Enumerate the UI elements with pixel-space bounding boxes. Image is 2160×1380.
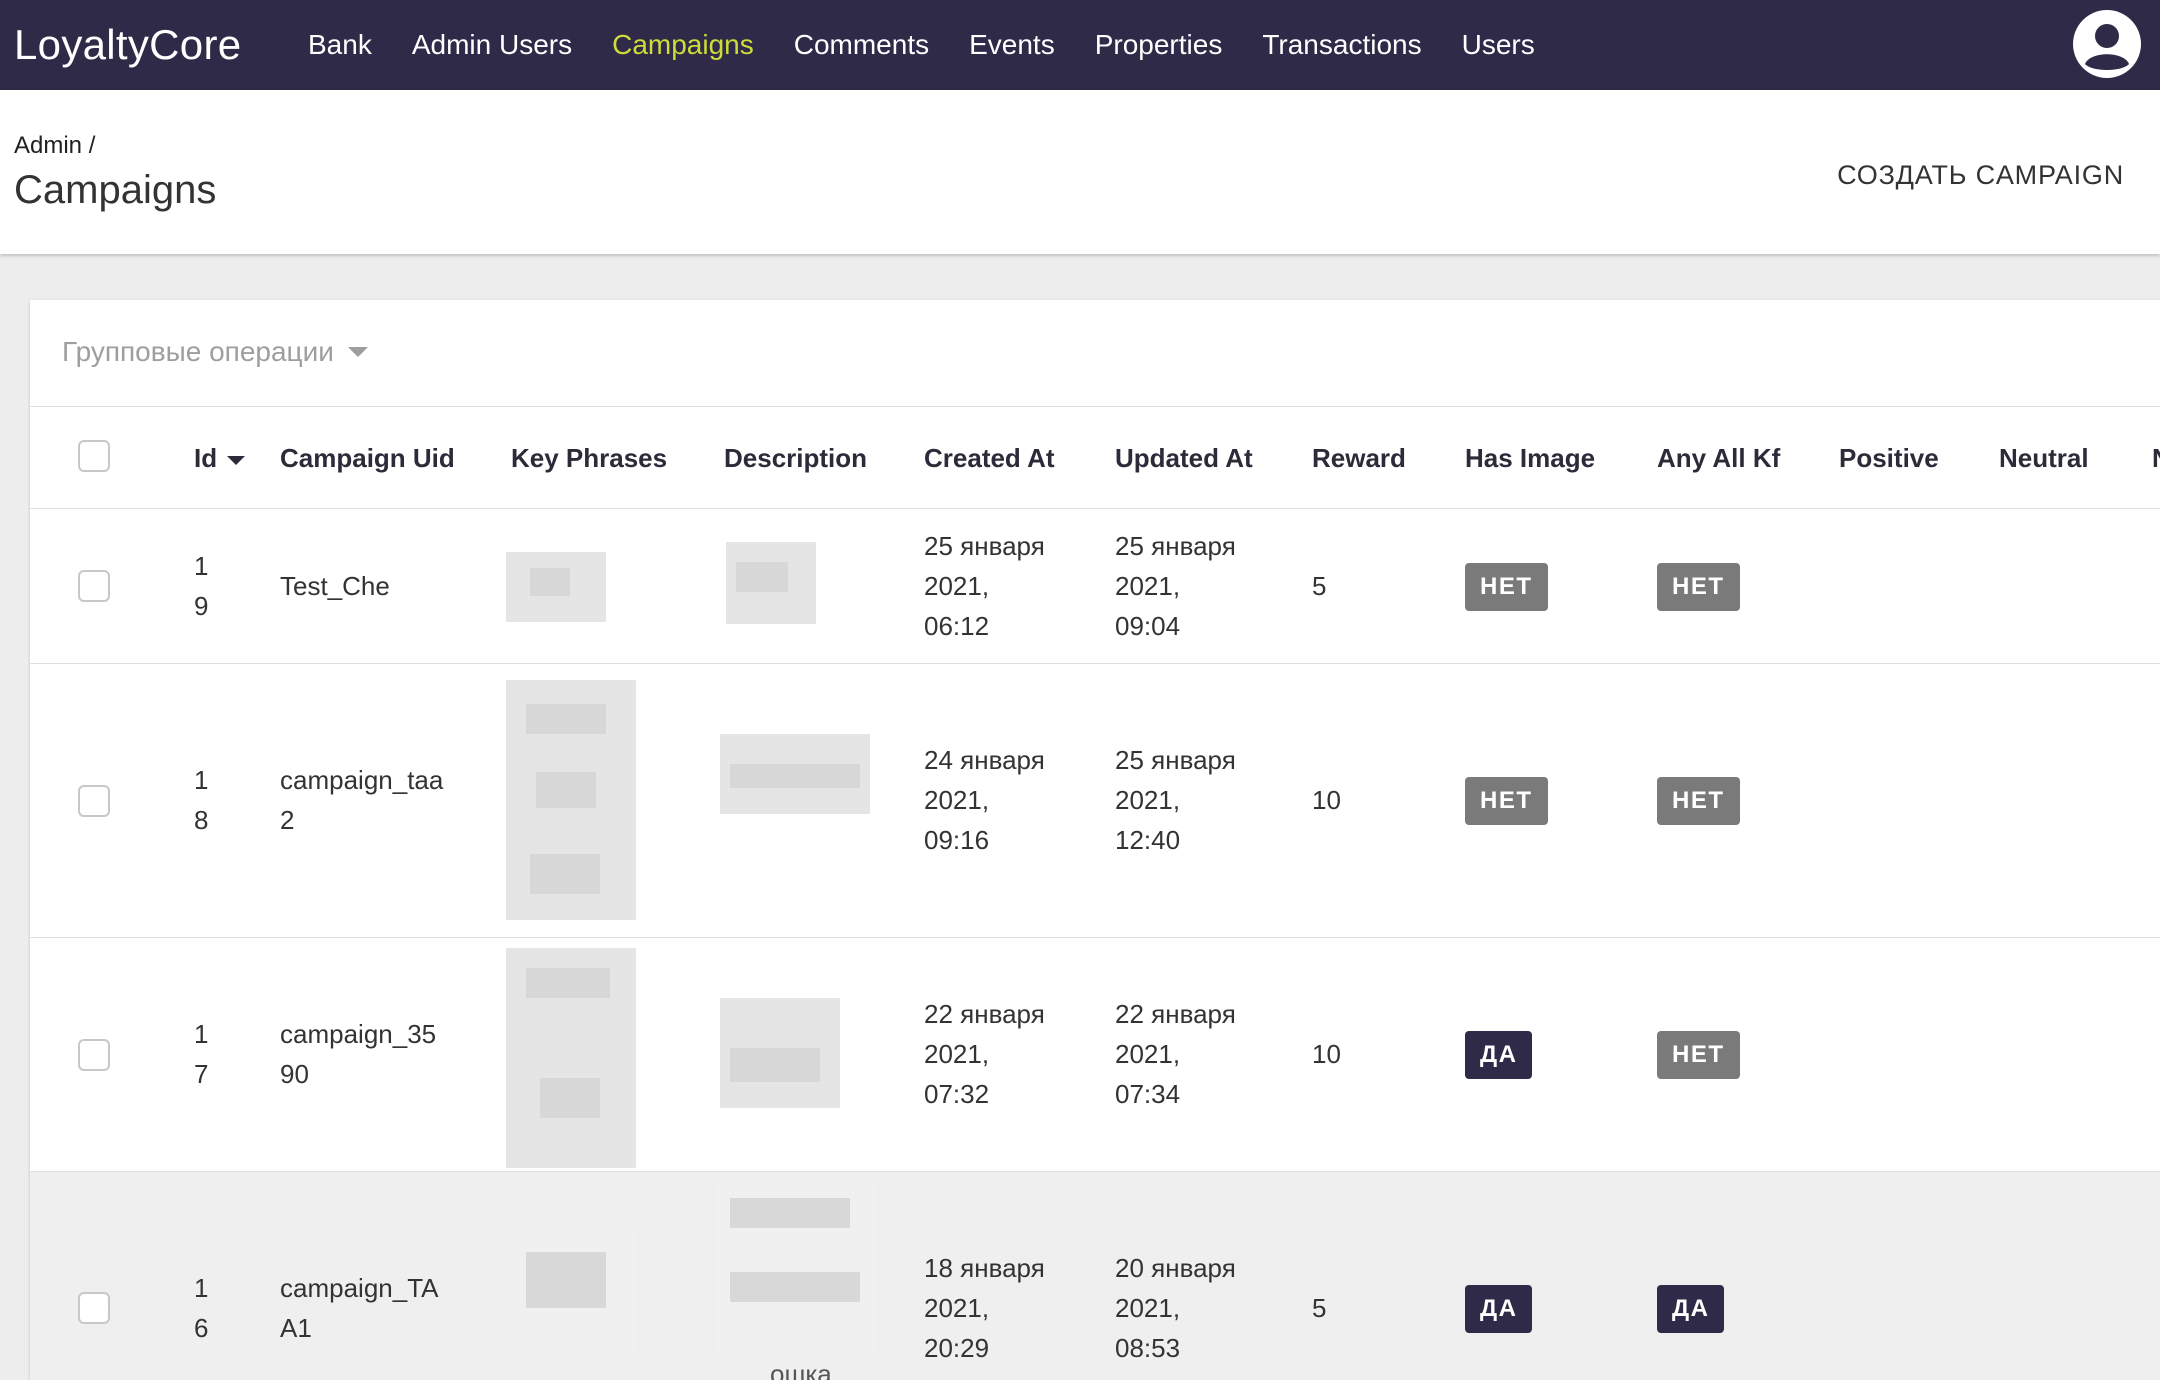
column-header-updated-at[interactable]: Updated At [1115, 407, 1253, 509]
redacted-block [530, 854, 600, 894]
sort-down-icon[interactable] [227, 455, 246, 465]
row-campaign-uid[interactable]: campaign_TA A1 [280, 1268, 439, 1348]
column-header-reward[interactable]: Reward [1312, 407, 1406, 509]
row-id: 17 [194, 1019, 209, 1089]
row-reward: 10 [1312, 1039, 1341, 1069]
brand-logo[interactable]: LoyaltyCore [14, 0, 241, 90]
row-checkbox[interactable] [78, 570, 110, 602]
redacted-block [530, 568, 570, 596]
column-header-has-image[interactable]: Has Image [1465, 407, 1595, 509]
any-all-kf-badge: ДА [1657, 1285, 1725, 1333]
account-circle-icon[interactable] [2072, 9, 2142, 79]
column-header-negative[interactable]: N [2152, 407, 2160, 509]
row-id: 16 [194, 1273, 209, 1343]
redacted-block [540, 1078, 600, 1118]
column-header-any-all-kf[interactable]: Any All Kf [1657, 407, 1780, 509]
row-created-at: 22 января 2021, 07:32 [924, 999, 1045, 1109]
column-header-created-at[interactable]: Created At [924, 407, 1055, 509]
nav-item-comments[interactable]: Comments [794, 29, 929, 61]
column-header-positive[interactable]: Positive [1839, 407, 1939, 509]
column-header-campaign-uid[interactable]: Campaign Uid [280, 407, 455, 509]
has-image-badge: ДА [1465, 1285, 1533, 1333]
redacted-block [730, 764, 860, 788]
nav-item-events[interactable]: Events [969, 29, 1055, 61]
redacted-block [526, 704, 606, 734]
column-header-key-phrases[interactable]: Key Phrases [511, 407, 667, 509]
any-all-kf-badge: НЕТ [1657, 1031, 1740, 1079]
row-reward: 5 [1312, 571, 1327, 601]
row-updated-at: 20 января 2021, 08:53 [1115, 1253, 1236, 1363]
row-updated-at: 25 января 2021, 09:04 [1115, 531, 1236, 641]
page-header: Admin / Campaigns СОЗДАТЬ CAMPAIGN [0, 90, 2160, 254]
nav-item-properties[interactable]: Properties [1095, 29, 1223, 61]
nav-item-users[interactable]: Users [1462, 29, 1535, 61]
bulk-actions-dropdown[interactable]: Групповые операции [62, 336, 368, 368]
row-reward: 10 [1312, 785, 1341, 815]
row-created-at: 24 января 2021, 09:16 [924, 745, 1045, 855]
campaigns-table-card: Групповые операции Id Campaign Uid Key P… [30, 300, 2160, 1380]
nav-item-campaigns[interactable]: Campaigns [612, 29, 754, 61]
redacted-block [736, 562, 788, 592]
nav-item-admin-users[interactable]: Admin Users [412, 29, 572, 61]
nav-item-transactions[interactable]: Transactions [1262, 29, 1421, 61]
table-row[interactable]: 16 campaign_TA A1 ошка 18 января 2021, 20:2… [30, 1172, 2160, 1380]
column-header-id[interactable]: Id [194, 407, 246, 509]
breadcrumb[interactable]: Admin / [14, 132, 95, 160]
row-created-at: 18 января 2021, 20:29 [924, 1253, 1045, 1363]
redacted-block [730, 1048, 820, 1082]
any-all-kf-badge: НЕТ [1657, 777, 1740, 825]
table-row[interactable]: 17 campaign_35 90 22 января 2021, 07:32 22 … [30, 938, 2160, 1172]
column-header-description[interactable]: Description [724, 407, 867, 509]
row-checkbox[interactable] [78, 785, 110, 817]
bulk-actions-label: Групповые операции [62, 336, 334, 367]
has-image-badge: НЕТ [1465, 777, 1548, 825]
nav-item-bank[interactable]: Bank [308, 29, 372, 61]
create-campaign-button[interactable]: СОЗДАТЬ CAMPAIGN [1837, 150, 2124, 200]
redacted-block [730, 1198, 850, 1228]
row-campaign-uid[interactable]: campaign_taa 2 [280, 760, 443, 840]
row-checkbox[interactable] [78, 1039, 110, 1071]
row-reward: 5 [1312, 1293, 1327, 1323]
app-bar: LoyaltyCore Bank Admin Users Campaigns C… [0, 0, 2160, 90]
column-header-neutral[interactable]: Neutral [1999, 407, 2089, 509]
main-nav: Bank Admin Users Campaigns Comments Even… [308, 0, 1575, 90]
row-id: 18 [194, 765, 209, 835]
redacted-block [526, 968, 610, 998]
any-all-kf-badge: НЕТ [1657, 563, 1740, 611]
table-header: Id Campaign Uid Key Phrases Description … [30, 407, 2160, 509]
page-title: Campaigns [14, 168, 217, 212]
row-campaign-uid[interactable]: campaign_35 90 [280, 1014, 436, 1094]
has-image-badge: ДА [1465, 1031, 1533, 1079]
row-campaign-uid[interactable]: Test_Che [280, 566, 390, 606]
row-created-at: 25 января 2021, 06:12 [924, 531, 1045, 641]
table-row[interactable]: 19 Test_Che 25 января 2021, 06:12 25 январ… [30, 510, 2160, 664]
redacted-block [536, 772, 596, 808]
redacted-block [526, 1252, 606, 1308]
row-checkbox[interactable] [78, 1292, 110, 1324]
row-id: 19 [194, 551, 209, 621]
redacted-block [730, 1272, 860, 1302]
row-updated-at: 22 января 2021, 07:34 [1115, 999, 1236, 1109]
row-updated-at: 25 января 2021, 12:40 [1115, 745, 1236, 855]
caret-down-icon [347, 347, 368, 357]
select-all-checkbox[interactable] [78, 440, 110, 472]
has-image-badge: НЕТ [1465, 563, 1548, 611]
description-fragment: ошка [770, 1359, 832, 1380]
table-row[interactable]: 18 campaign_taa 2 24 января 2021, 09:16 25 … [30, 664, 2160, 938]
